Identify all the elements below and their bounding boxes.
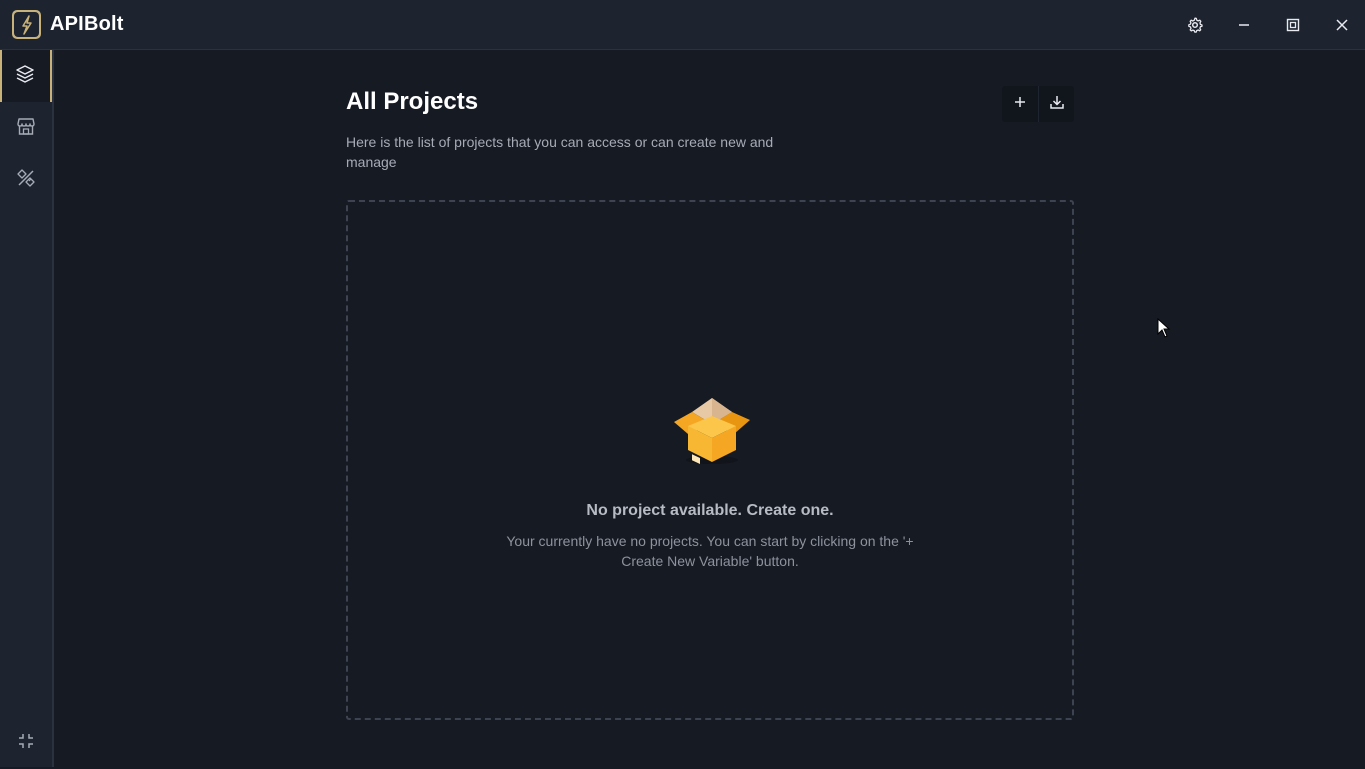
app-logo-icon xyxy=(12,10,41,39)
sidebar-item-projects[interactable] xyxy=(0,50,52,102)
empty-state-title: No project available. Create one. xyxy=(586,502,834,519)
maximize-icon[interactable] xyxy=(1280,12,1306,38)
app-title: APIBolt xyxy=(50,13,124,35)
gear-icon[interactable] xyxy=(1182,12,1208,38)
close-icon[interactable] xyxy=(1329,12,1355,38)
import-project-button[interactable] xyxy=(1038,86,1074,122)
page-description: Here is the list of projects that you ca… xyxy=(346,134,774,170)
minimize-icon[interactable] xyxy=(1231,12,1257,38)
sidebar-item-tools[interactable] xyxy=(0,154,52,206)
project-actions xyxy=(1002,86,1074,122)
collapse-sidebar-button[interactable] xyxy=(0,717,52,769)
collapse-icon xyxy=(16,731,36,756)
empty-state-container: No project available. Create one. Your c… xyxy=(346,200,1074,720)
title-bar: APIBolt xyxy=(0,0,1365,50)
tools-icon xyxy=(15,167,37,194)
sidebar-item-store[interactable] xyxy=(0,102,52,154)
download-icon xyxy=(1049,94,1065,115)
page-title: All Projects xyxy=(346,88,479,115)
sidebar xyxy=(0,50,54,767)
add-project-button[interactable] xyxy=(1002,86,1038,122)
open-box-icon xyxy=(670,394,754,466)
empty-state-description: Your currently have no projects. You can… xyxy=(506,533,914,569)
mouse-cursor-icon xyxy=(1157,317,1171,338)
plus-icon xyxy=(1013,95,1027,114)
store-icon xyxy=(15,115,37,142)
layers-icon xyxy=(14,63,36,90)
